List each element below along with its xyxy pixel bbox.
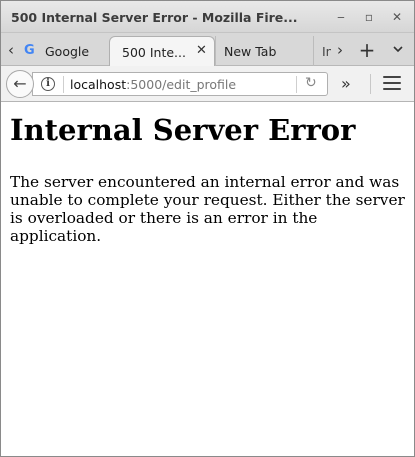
error-heading: Internal Server Error [10,113,356,147]
tab-active-error[interactable]: 500 Inte... ✕ [109,36,215,66]
tab-label: 500 Inte... [122,45,186,60]
navigation-bar: i localhost:5000/edit_profile ↻ ← » [1,66,414,102]
tab-new-tab[interactable]: New Tab [215,36,311,66]
url-bar[interactable]: i localhost:5000/edit_profile ↻ [32,72,328,96]
scroll-tabs-left-button[interactable]: ‹ [5,36,17,64]
close-tab-icon[interactable]: ✕ [196,43,207,58]
tab-label: In [322,44,331,59]
reload-icon[interactable]: ↻ [305,75,317,91]
browser-window: 500 Internal Server Error - Mozilla Fire… [0,0,415,457]
tab-label: New Tab [224,44,277,59]
back-button[interactable]: ← [6,70,34,98]
maximize-button[interactable]: ▫ [361,9,377,25]
toolbar-divider [370,74,371,94]
tab-label: Google [45,44,90,59]
url-divider [63,76,64,93]
tab-strip: ‹ G Google 500 Inte... ✕ New Tab In › + [1,33,414,66]
error-message: The server encountered an internal error… [10,173,405,245]
url-host: localhost [70,77,127,92]
close-window-button[interactable]: ✕ [389,9,405,25]
reload-divider [296,76,297,93]
tab-google[interactable]: G Google [21,36,109,66]
minimize-button[interactable]: ‒ [333,9,349,25]
window-title: 500 Internal Server Error - Mozilla Fire… [11,10,298,25]
page-content: Internal Server Error The server encount… [1,102,414,456]
url-text[interactable]: localhost:5000/edit_profile [70,77,236,92]
overflow-menu-button[interactable]: » [341,74,351,93]
title-bar: 500 Internal Server Error - Mozilla Fire… [1,1,414,33]
info-icon[interactable]: i [41,77,55,91]
scroll-tabs-right-button[interactable]: › [333,36,347,64]
hamburger-menu-icon[interactable] [383,76,401,92]
google-icon: G [24,43,35,58]
list-all-tabs-button[interactable] [391,36,405,64]
new-tab-button[interactable]: + [357,36,377,64]
url-path: :5000/edit_profile [126,77,237,92]
tab-partial[interactable]: In [313,36,331,66]
chevron-down-icon [393,46,403,53]
